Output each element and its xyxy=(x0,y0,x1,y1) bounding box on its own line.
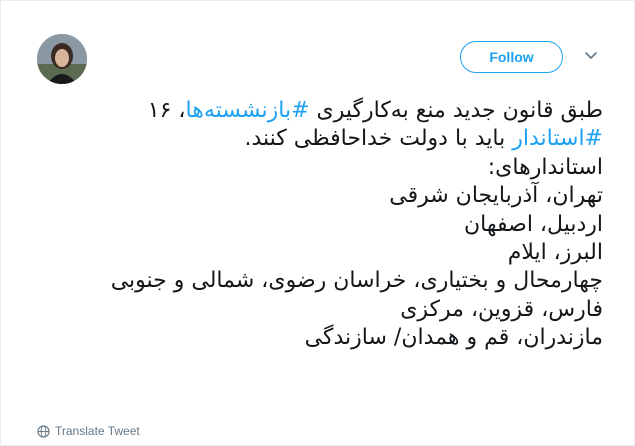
tweet-line: فارس، قزوین، مرکزی xyxy=(400,296,603,322)
follow-button[interactable]: Follow xyxy=(460,41,563,73)
tweet-text-segment: باید با دولت خداحافظی کنند. xyxy=(244,126,513,152)
tweet-line: مازندران، قم و همدان/ سازندگی xyxy=(304,325,603,351)
tweet-line: البرز، ایلام xyxy=(507,240,603,266)
tweet-line: #استاندار باید با دولت خداحافظی کنند. xyxy=(31,125,603,153)
tweet-line: استاندارهای: xyxy=(487,154,603,180)
hashtag-link[interactable]: #استاندار xyxy=(512,126,603,151)
tweet-line: تهران، آذربایجان شرقی xyxy=(389,183,603,209)
tweet-text-segment: ، ۱۶ xyxy=(147,98,186,123)
avatar-image xyxy=(37,34,87,84)
tweet-text-segment: طبق قانون جدید منع به‌کارگیری xyxy=(309,98,603,123)
hashtag-link[interactable]: #بازنشسته‌ها xyxy=(186,98,310,123)
tweet-line: چهارمحال و بختیاری، خراسان رضوی، شمالی و… xyxy=(110,268,603,294)
tweet-text: طبق قانون جدید منع به‌کارگیری #بازنشسته‌… xyxy=(31,97,603,353)
translate-tweet-label: Translate Tweet xyxy=(55,424,140,438)
chevron-down-icon[interactable] xyxy=(583,48,599,64)
tweet-card: Follow طبق قانون جدید منع به‌کارگیری #با… xyxy=(0,0,635,446)
avatar[interactable] xyxy=(37,34,87,84)
translate-tweet-link[interactable]: Translate Tweet xyxy=(37,424,140,438)
follow-button-label: Follow xyxy=(489,49,534,65)
globe-icon xyxy=(37,424,50,438)
tweet-line: طبق قانون جدید منع به‌کارگیری #بازنشسته‌… xyxy=(31,97,603,125)
tweet-line: اردبیل، اصفهان xyxy=(464,211,603,237)
